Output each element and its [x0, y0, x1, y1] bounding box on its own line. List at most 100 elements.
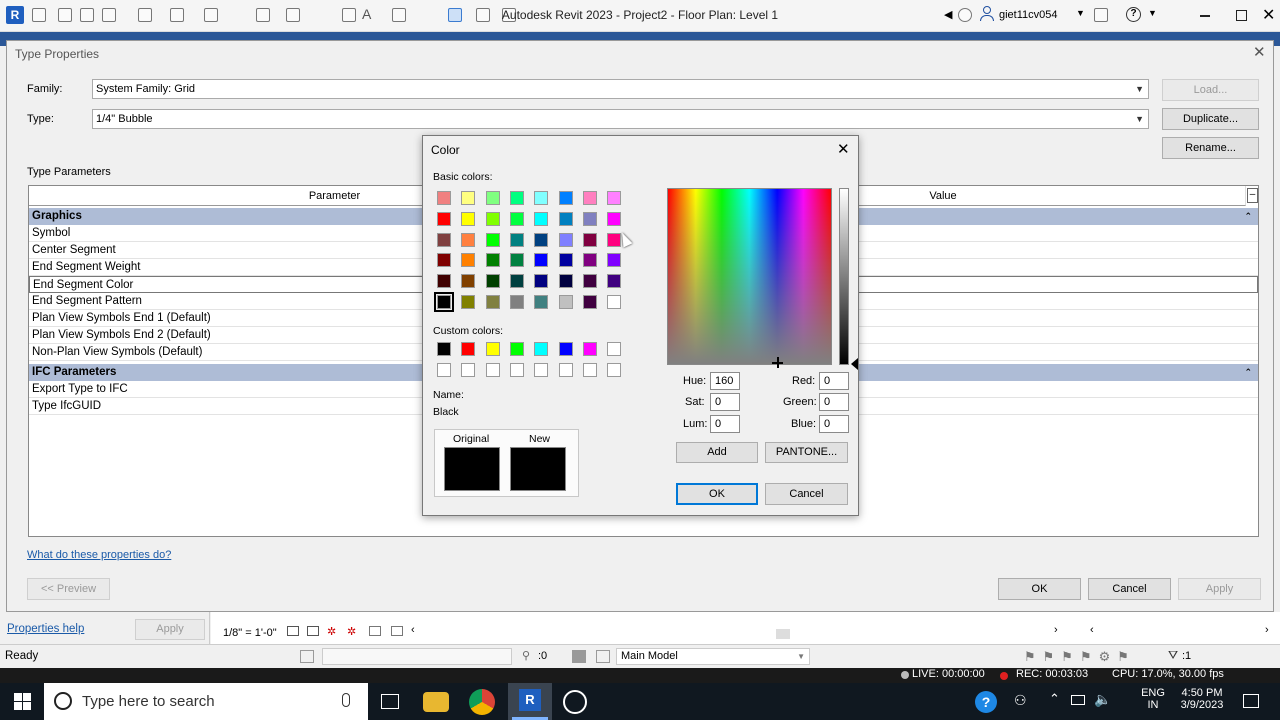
network-icon[interactable]: [1071, 695, 1085, 705]
blue-field[interactable]: 0: [819, 415, 849, 433]
visual-style-icon[interactable]: [307, 626, 319, 636]
close-icon[interactable]: ✕: [837, 140, 850, 158]
preview-button[interactable]: << Preview: [27, 578, 110, 600]
people-icon[interactable]: ⚇: [1014, 692, 1027, 709]
help-link[interactable]: What do these properties do?: [27, 549, 171, 561]
scroll-right-icon[interactable]: ›: [1054, 624, 1058, 636]
design-options-icon[interactable]: [572, 650, 586, 663]
filter-icon[interactable]: ⛛: [1168, 648, 1178, 663]
clock[interactable]: 4:50 PM 3/9/2023: [1174, 687, 1230, 711]
binoculars-icon[interactable]: [958, 8, 972, 22]
color-swatch[interactable]: [558, 363, 573, 377]
help-dropdown-icon[interactable]: ▼: [1148, 8, 1157, 18]
color-swatch[interactable]: [485, 211, 500, 226]
color-swatch[interactable]: [607, 191, 622, 205]
cancel-button[interactable]: Cancel: [765, 483, 848, 505]
color-swatch[interactable]: [534, 232, 549, 247]
selection-options-icons[interactable]: ⚑⚑⚑⚑⚙⚑: [1024, 649, 1136, 665]
close-icon[interactable]: ✕: [1253, 43, 1266, 61]
scroll-left-icon[interactable]: ‹: [1090, 624, 1094, 636]
microphone-icon[interactable]: [342, 693, 350, 707]
duplicate-button[interactable]: Duplicate...: [1162, 108, 1259, 130]
taskbar-search[interactable]: Type here to search: [44, 683, 368, 720]
maximize-icon[interactable]: [1236, 10, 1247, 21]
crop-view-icon[interactable]: [369, 626, 381, 636]
luminance-arrow-icon[interactable]: [851, 358, 858, 370]
color-swatch[interactable]: [509, 253, 524, 268]
language-indicator[interactable]: ENG IN: [1140, 687, 1166, 711]
color-spectrum[interactable]: [667, 188, 832, 368]
chevron-down-icon[interactable]: ▼: [1076, 8, 1085, 18]
horizontal-scrollbar-thumb[interactable]: [776, 629, 790, 639]
collapse-all-icon[interactable]: –: [1247, 188, 1258, 203]
color-swatch[interactable]: [607, 295, 622, 309]
color-swatch[interactable]: [558, 191, 573, 205]
sat-field[interactable]: 0: [710, 393, 740, 411]
color-swatch[interactable]: [607, 363, 622, 377]
family-select[interactable]: System Family: Grid ▼: [92, 79, 1149, 99]
color-swatch[interactable]: [461, 363, 476, 377]
color-swatch[interactable]: [485, 253, 500, 268]
color-swatch[interactable]: [582, 342, 597, 356]
detail-level-icon[interactable]: [287, 626, 299, 636]
color-swatch[interactable]: [582, 191, 597, 205]
file-explorer-icon[interactable]: [423, 692, 449, 712]
color-swatch[interactable]: [558, 274, 573, 289]
speaker-icon[interactable]: 🔈: [1094, 691, 1111, 708]
color-swatch[interactable]: [485, 232, 500, 247]
color-swatch[interactable]: [437, 274, 451, 289]
color-swatch[interactable]: [582, 295, 597, 309]
color-swatch[interactable]: [582, 253, 597, 268]
color-swatch[interactable]: [582, 232, 597, 247]
color-swatch[interactable]: [607, 211, 622, 226]
ok-button[interactable]: OK: [998, 578, 1081, 600]
collapse-icon[interactable]: ⌃: [1244, 364, 1252, 381]
apply-button[interactable]: Apply: [1178, 578, 1261, 600]
color-swatch[interactable]: [461, 274, 476, 289]
rename-button[interactable]: Rename...: [1162, 137, 1259, 159]
luminance-slider[interactable]: [839, 188, 849, 365]
color-swatch[interactable]: [437, 232, 451, 247]
color-swatch[interactable]: [534, 363, 549, 377]
spectrum-crosshair-icon[interactable]: [772, 357, 783, 368]
design-option-select[interactable]: Main Model ▼: [616, 648, 810, 665]
worksets-icon[interactable]: [300, 650, 314, 663]
color-swatch[interactable]: [509, 211, 524, 226]
shadows-icon[interactable]: ✲: [347, 625, 356, 638]
color-swatch[interactable]: [607, 342, 622, 356]
color-swatch[interactable]: [461, 232, 476, 247]
color-swatch[interactable]: [558, 232, 573, 247]
color-swatch[interactable]: [437, 211, 451, 226]
help-icon[interactable]: ?: [1126, 7, 1141, 22]
close-icon[interactable]: ✕: [1262, 5, 1275, 25]
notifications-icon[interactable]: [1243, 694, 1259, 708]
hue-field[interactable]: 160: [710, 372, 740, 390]
collapse-icon[interactable]: ⌃: [1244, 208, 1252, 225]
filter-icon[interactable]: ⚲: [522, 649, 530, 662]
color-swatch[interactable]: [534, 211, 549, 226]
color-swatch[interactable]: [461, 253, 476, 268]
task-view-icon[interactable]: [381, 694, 399, 709]
type-select[interactable]: 1/4" Bubble ▼: [92, 109, 1149, 129]
color-swatch[interactable]: [434, 292, 454, 312]
cancel-button[interactable]: Cancel: [1088, 578, 1171, 600]
obs-icon[interactable]: [563, 690, 587, 714]
color-swatch[interactable]: [607, 253, 622, 268]
help-tray-icon[interactable]: ?: [975, 691, 997, 713]
color-swatch[interactable]: [534, 295, 549, 309]
color-swatch[interactable]: [582, 274, 597, 289]
color-swatch[interactable]: [437, 363, 451, 377]
properties-help-link[interactable]: Properties help: [7, 623, 84, 635]
color-swatch[interactable]: [607, 274, 622, 289]
lum-field[interactable]: 0: [710, 415, 740, 433]
properties-apply-button[interactable]: Apply: [135, 619, 205, 640]
color-swatch[interactable]: [485, 342, 500, 356]
chrome-icon[interactable]: [469, 689, 495, 715]
user-name[interactable]: giet11cv054: [999, 9, 1058, 21]
color-swatch[interactable]: [509, 274, 524, 289]
tray-chevron-up-icon[interactable]: ⌃: [1049, 691, 1060, 707]
color-swatch[interactable]: [509, 342, 524, 356]
color-swatch[interactable]: [461, 295, 476, 309]
color-swatch[interactable]: [558, 253, 573, 268]
color-swatch[interactable]: [437, 342, 451, 356]
